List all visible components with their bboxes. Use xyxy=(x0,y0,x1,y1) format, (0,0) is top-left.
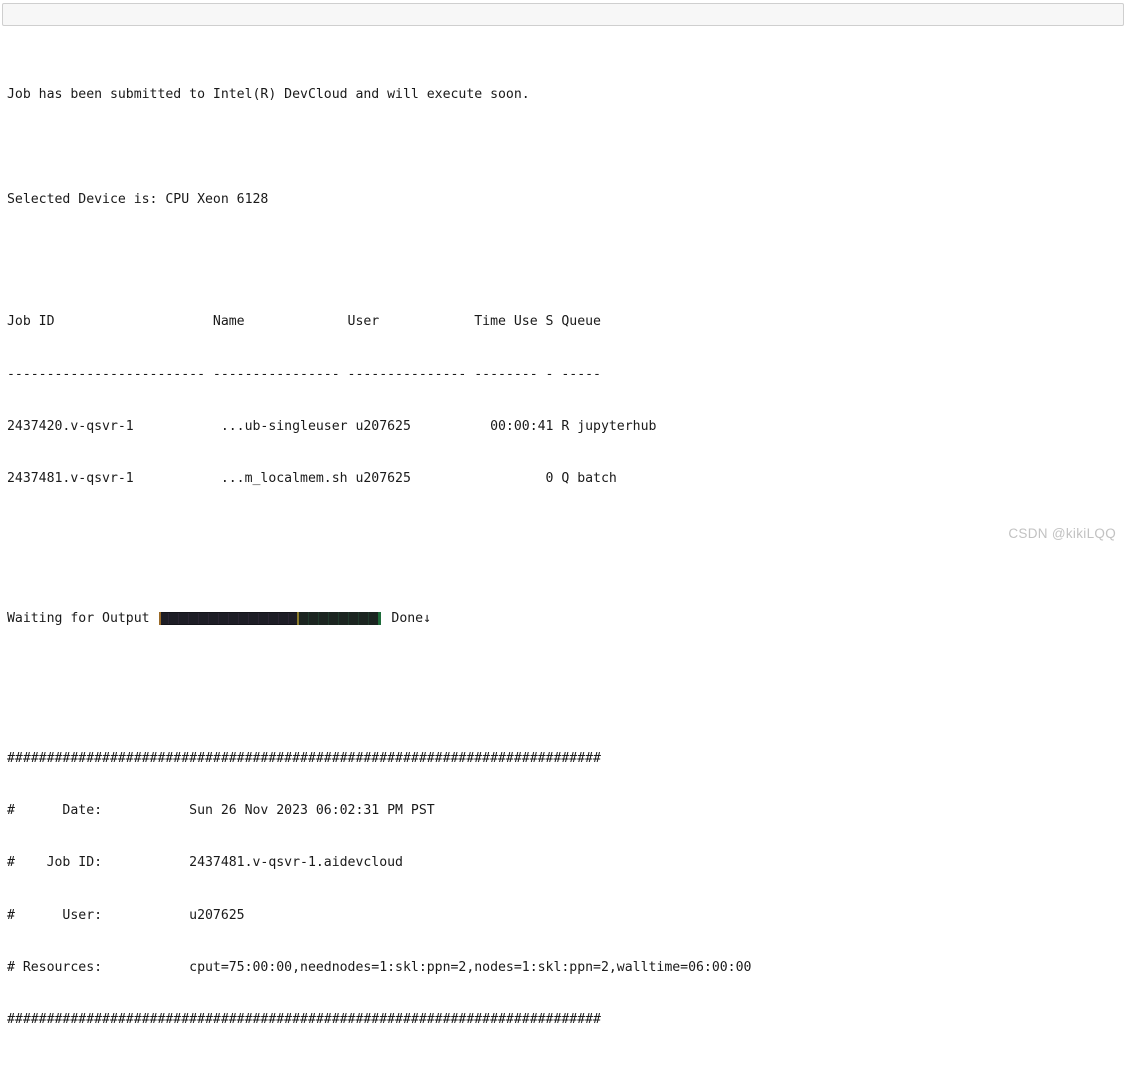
notebook-output-area: Job has been submitted to Intel(R) DevCl… xyxy=(0,26,1126,1088)
progress-done-arrow-icon: ↓ xyxy=(423,610,432,626)
notebook-input-cell[interactable]: ! chmod 755 q; chmod 755 run_mm_localmem… xyxy=(2,3,1124,26)
qstat-table-rule: ------------------------- --------------… xyxy=(7,366,601,382)
job-banner-user: # User: u207625 xyxy=(7,907,245,923)
job-banner-job-id: # Job ID: 2437481.v-qsvr-1.aidevcloud xyxy=(7,855,403,871)
progress-label: Waiting for Output xyxy=(7,610,150,626)
output-selected-device: Selected Device is: CPU Xeon 6128 xyxy=(7,192,269,208)
progress-done-label: Done xyxy=(391,610,424,626)
job-banner-resources: # Resources: cput=75:00:00,neednodes=1:s… xyxy=(7,959,752,975)
job-banner-date: # Date: Sun 26 Nov 2023 06:02:31 PM PST xyxy=(7,802,435,818)
progress-bar xyxy=(159,612,382,626)
table-row: 2437420.v-qsvr-1 ...ub-singleuser u20762… xyxy=(7,418,657,434)
qstat-table-header: Job ID Name User Time Use S Queue xyxy=(7,314,601,330)
table-row: 2437481.v-qsvr-1 ...m_localmem.sh u20762… xyxy=(7,471,617,487)
watermark: CSDN @kikiLQQ xyxy=(1008,526,1116,541)
job-banner-bottom-rule: ########################################… xyxy=(7,1012,601,1028)
output-submitted-message: Job has been submitted to Intel(R) DevCl… xyxy=(7,87,530,103)
job-banner-top-rule: ########################################… xyxy=(7,750,601,766)
progress-widget: Waiting for Output Done ↓ xyxy=(7,610,1126,627)
